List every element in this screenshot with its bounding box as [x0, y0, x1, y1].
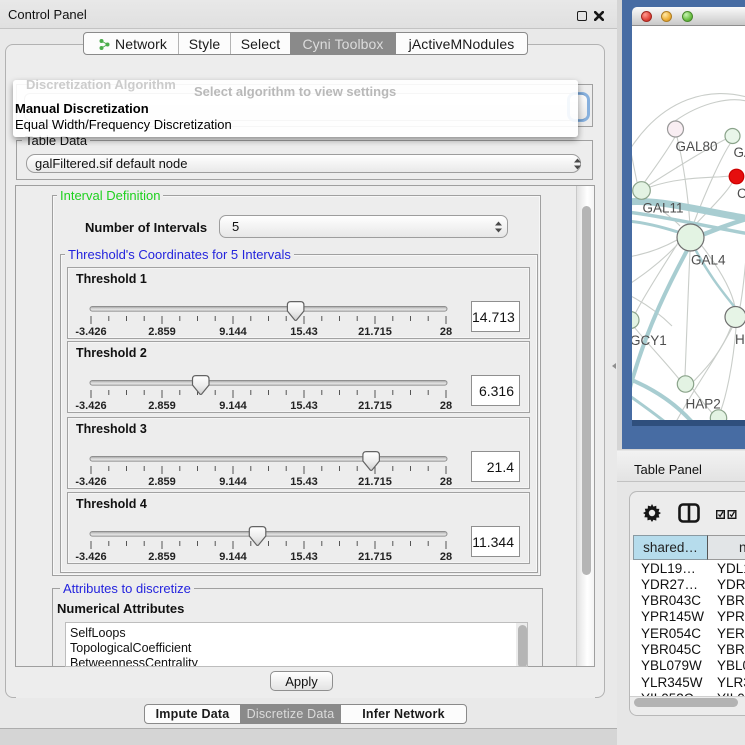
svg-text:15.43: 15.43	[290, 326, 318, 338]
svg-text:-3.426: -3.426	[75, 326, 106, 338]
svg-text:15.43: 15.43	[290, 400, 318, 412]
svg-text:-3.426: -3.426	[75, 400, 106, 412]
svg-text:HAP2: HAP2	[686, 397, 721, 412]
svg-text:9.144: 9.144	[219, 400, 247, 412]
svg-text:21.715: 21.715	[358, 326, 392, 338]
svg-text:28: 28	[440, 551, 452, 563]
svg-text:21.715: 21.715	[358, 551, 392, 563]
svg-text:28: 28	[440, 476, 452, 488]
svg-text:GAL4: GAL4	[691, 253, 726, 268]
svg-text:-3.426: -3.426	[75, 476, 106, 488]
svg-text:28: 28	[440, 400, 452, 412]
svg-text:CO: CO	[737, 186, 745, 201]
svg-text:21.715: 21.715	[358, 400, 392, 412]
svg-text:9.144: 9.144	[219, 326, 247, 338]
svg-text:9.144: 9.144	[219, 476, 247, 488]
svg-text:28: 28	[440, 326, 452, 338]
svg-text:HI: HI	[735, 332, 745, 347]
svg-text:15.43: 15.43	[290, 551, 318, 563]
svg-text:2.859: 2.859	[148, 326, 176, 338]
svg-text:GCY1: GCY1	[632, 333, 667, 348]
svg-text:GAL11: GAL11	[643, 201, 684, 216]
svg-text:2.859: 2.859	[148, 476, 176, 488]
svg-text:21.715: 21.715	[358, 476, 392, 488]
svg-text:2.859: 2.859	[148, 400, 176, 412]
svg-text:GA: GA	[734, 145, 745, 160]
svg-text:15.43: 15.43	[290, 476, 318, 488]
svg-text:-3.426: -3.426	[75, 551, 106, 563]
svg-text:2.859: 2.859	[148, 551, 176, 563]
svg-text:9.144: 9.144	[219, 551, 247, 563]
svg-text:GAL80: GAL80	[676, 139, 718, 154]
